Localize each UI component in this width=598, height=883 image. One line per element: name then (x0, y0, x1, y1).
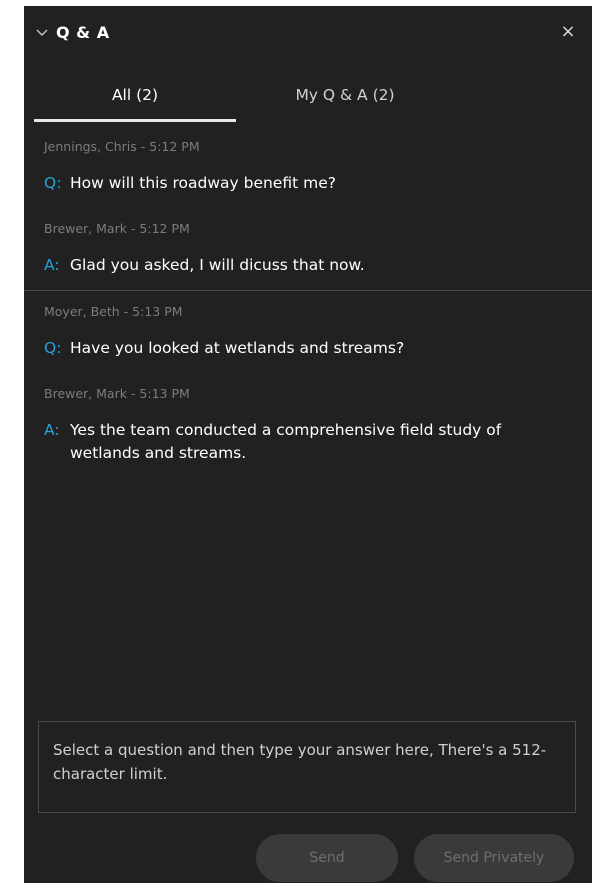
answer-text: Glad you asked, I will dicuss that now. (70, 256, 365, 274)
answer-prefix: A: (44, 256, 60, 274)
answer-author: Brewer, Mark - 5:12 PM (44, 221, 190, 236)
close-icon: × (560, 21, 576, 42)
answer-text: Yes the team conducted a comprehensive f… (70, 421, 502, 462)
panel-header: Q & A × (24, 6, 592, 62)
answer-author: Brewer, Mark - 5:13 PM (44, 386, 190, 401)
answer-message: A: Glad you asked, I will dicuss that now… (44, 254, 574, 277)
question-prefix: Q: (44, 174, 62, 192)
qa-tabs: All (2) My Q & A (2) (34, 78, 454, 122)
send-privately-button[interactable]: Send Privately (414, 834, 574, 882)
qa-panel: Q & A × All (2) My Q & A (2) Jennings, C… (24, 6, 592, 883)
answer-prefix: A: (44, 421, 60, 439)
question-text: Have you looked at wetlands and streams? (70, 339, 405, 357)
question-text: How will this roadway benefit me? (70, 174, 336, 192)
close-button[interactable]: × (558, 20, 578, 44)
question-message: Q: How will this roadway benefit me? (44, 172, 574, 195)
tab-my-qa-label: My Q & A (2) (295, 86, 395, 104)
question-message: Q: Have you looked at wetlands and stream… (44, 337, 574, 360)
qa-thread[interactable]: Moyer, Beth - 5:13 PM Q: Have you looked … (24, 291, 592, 481)
collapse-button[interactable] (36, 24, 52, 44)
answer-input[interactable] (39, 722, 575, 812)
tab-all-label: All (2) (111, 86, 159, 104)
qa-thread[interactable]: Jennings, Chris - 5:12 PM Q: How will thi… (24, 132, 592, 291)
tab-my-qa[interactable]: My Q & A (2) (236, 78, 454, 122)
question-prefix: Q: (44, 339, 62, 357)
panel-title: Q & A (56, 23, 110, 42)
send-button[interactable]: Send (256, 834, 398, 882)
answer-input-box (38, 721, 576, 813)
question-author: Moyer, Beth - 5:13 PM (44, 304, 183, 319)
question-author: Jennings, Chris - 5:12 PM (44, 139, 200, 154)
tab-all[interactable]: All (2) (34, 78, 236, 122)
qa-list: Jennings, Chris - 5:12 PM Q: How will thi… (24, 132, 592, 481)
answer-message: A: Yes the team conducted a comprehensive… (44, 419, 574, 465)
tab-selected-indicator (34, 119, 236, 122)
chevron-down-icon (36, 29, 48, 36)
